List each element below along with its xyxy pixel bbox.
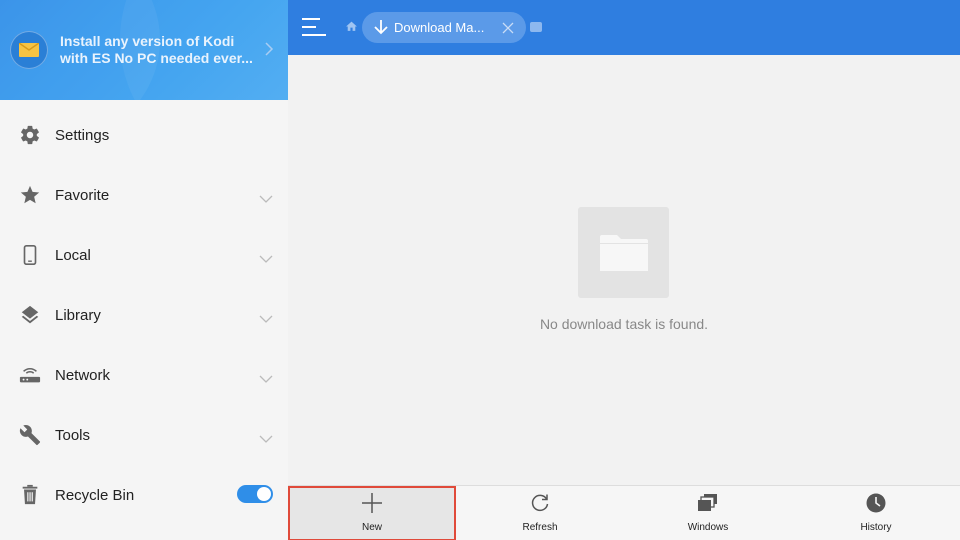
chevron-down-icon[interactable] (259, 310, 273, 328)
wrench-icon (19, 424, 41, 446)
layers-icon (19, 304, 41, 326)
sidebar-item-library[interactable]: Library (0, 285, 288, 345)
sidebar-item-settings[interactable]: Settings (0, 105, 288, 165)
mail-icon (10, 31, 48, 69)
menu-icon[interactable] (302, 16, 326, 38)
toggle-knob (257, 487, 271, 501)
chevron-down-icon[interactable] (259, 250, 273, 268)
sidebar-item-recycle-bin[interactable]: Recycle Bin (0, 465, 288, 525)
sidebar-item-label: Favorite (55, 187, 110, 204)
sidebar-item-label: Network (55, 367, 111, 384)
sidebar-item-label: Tools (55, 427, 91, 444)
bottom-toolbar: New Refresh Windows History (288, 485, 960, 540)
sidebar: Install any version of Kodi with ES No P… (0, 0, 288, 540)
phone-icon (19, 244, 41, 266)
chevron-down-icon[interactable] (259, 190, 273, 208)
history-label: History (860, 522, 892, 533)
tab-label: Download Ma... (394, 20, 485, 35)
folder-icon (599, 234, 648, 271)
download-arrow-icon (374, 19, 388, 40)
top-bar: Download Ma... (288, 0, 960, 55)
empty-folder-placeholder (578, 207, 669, 298)
refresh-button[interactable]: Refresh (456, 486, 624, 540)
sidebar-menu: Settings Favorite Local Library Network … (0, 105, 288, 525)
recycle-bin-toggle[interactable] (237, 485, 273, 503)
sidebar-item-label: Local (55, 247, 91, 264)
network-icon (19, 364, 41, 386)
chevron-down-icon[interactable] (259, 370, 273, 388)
promo-banner[interactable]: Install any version of Kodi with ES No P… (0, 0, 288, 100)
sidebar-item-label: Settings (55, 127, 110, 144)
tab-download-manager[interactable]: Download Ma... (362, 12, 526, 43)
sidebar-item-local[interactable]: Local (0, 225, 288, 285)
chevron-down-icon[interactable] (259, 430, 273, 448)
download-content-area: No download task is found. (288, 55, 960, 485)
windows-icon (624, 493, 792, 513)
clock-icon (792, 493, 960, 513)
home-icon[interactable] (345, 20, 358, 38)
refresh-label: Refresh (522, 522, 558, 533)
trash-icon (19, 484, 41, 506)
history-button[interactable]: History (792, 486, 960, 540)
sidebar-item-label: Library (55, 307, 101, 324)
chevron-right-icon (264, 42, 274, 61)
sidebar-item-favorite[interactable]: Favorite (0, 165, 288, 225)
sidebar-item-network[interactable]: Network (0, 345, 288, 405)
sidebar-item-label: Recycle Bin (55, 487, 135, 504)
new-label: New (361, 522, 382, 533)
windows-button[interactable]: Windows (624, 486, 792, 540)
star-icon (19, 184, 41, 206)
gear-icon (19, 124, 41, 146)
promo-line-2: with ES No PC needed ever... (60, 50, 253, 66)
close-icon[interactable] (502, 21, 514, 39)
refresh-icon (456, 493, 624, 513)
empty-message: No download task is found. (539, 316, 709, 332)
plus-icon (288, 493, 456, 513)
new-button[interactable]: New (288, 486, 456, 540)
windows-label: Windows (687, 522, 729, 533)
tab-indicator-icon[interactable] (530, 22, 542, 32)
promo-line-1: Install any version of Kodi (60, 33, 235, 49)
sidebar-item-tools[interactable]: Tools (0, 405, 288, 465)
promo-text: Install any version of Kodi with ES No P… (60, 33, 260, 67)
